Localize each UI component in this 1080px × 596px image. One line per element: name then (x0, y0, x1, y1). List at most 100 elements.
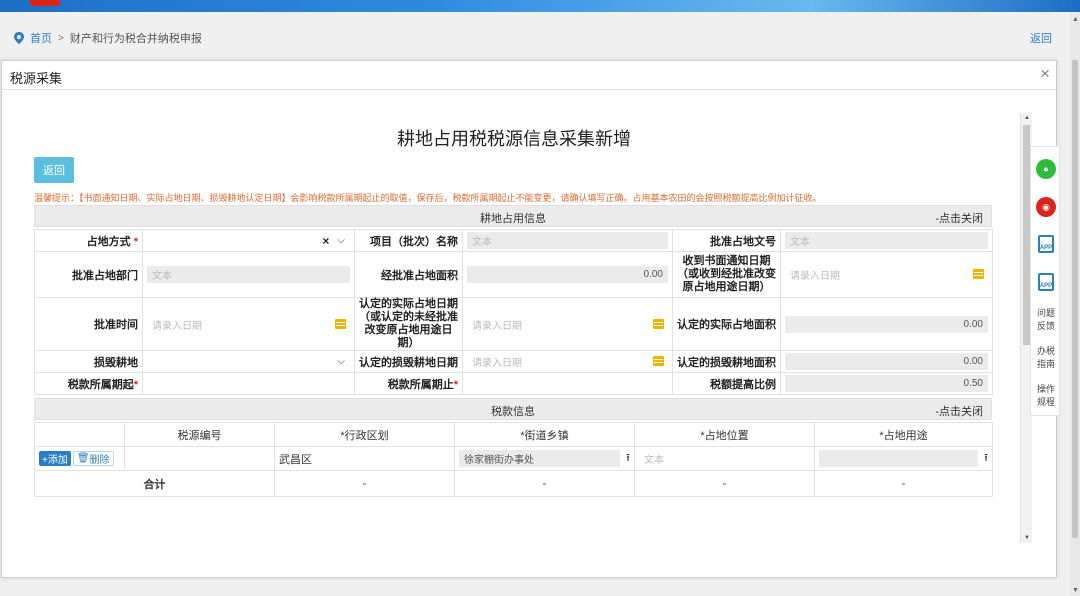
approval-doc-input[interactable]: 文本 (785, 232, 988, 249)
approved-area-input[interactable]: 0.00 (467, 266, 668, 283)
notice-date-placeholder: 请录入日期 (790, 271, 840, 282)
project-name-label: 项目（批次）名称 (354, 229, 463, 252)
calendar-icon[interactable] (653, 318, 664, 329)
tax-source-modal: 税源采集 × ▲ ▼ 耕地占用税税源信息采集新增 返回 温馨提示：【书面通知日期… (1, 60, 1057, 578)
table-header-cell: *占地用途 (814, 422, 993, 447)
occupy-info-table: 占地方式 * × ⌵ 项目（批次）名称 文本 批准占地文号 文本 批准占地部门 … (34, 229, 993, 395)
actual-date-placeholder: 请录入日期 (472, 320, 522, 332)
actual-date-label: 认定的实际占地日期（或认定的未经批准改变原占地用途日期） (354, 297, 463, 351)
notice-date-label: 收到书面通知日期（或收到经批准改变原占地用途日期） (672, 251, 781, 298)
approval-dept-label: 批准占地部门 (34, 251, 143, 298)
period-start-input[interactable] (147, 375, 350, 392)
damaged-date-label: 认定的损毁耕地日期 (354, 350, 463, 373)
breadcrumb-separator: > (58, 32, 64, 44)
weibo-icon[interactable]: ◉ (1036, 197, 1056, 217)
actual-date-input[interactable]: 请录入日期 (467, 316, 668, 333)
project-name-input[interactable]: 文本 (467, 232, 668, 249)
damaged-label: 损毁耕地 (34, 350, 143, 373)
breadcrumb: 首页 > 财产和行为税合并纳税申报 (14, 30, 202, 46)
table-row: 占地方式 * × ⌵ 项目（批次）名称 文本 批准占地文号 文本 (34, 229, 993, 252)
breadcrumb-home-link[interactable]: 首页 (30, 30, 52, 46)
location-cell: 文本 (634, 446, 815, 471)
scroll-up-icon[interactable]: ▲ (1024, 115, 1030, 121)
occupy-section-close-link[interactable]: -点击关闭 (935, 210, 983, 226)
usage-cell: ⭱ (814, 446, 993, 471)
table-header-cell (34, 422, 125, 447)
total-label: 合计 (34, 470, 275, 497)
table-header-cell: 税源编号 (124, 422, 275, 447)
damaged-date-cell: 请录入日期 (462, 350, 673, 373)
side-toolbar: ● ◉ APP APP 问题反馈 办税指南 操作规程 (1030, 146, 1060, 416)
approval-time-label: 批准时间 (34, 297, 143, 351)
occupy-section-title: 耕地占用信息 (480, 213, 546, 225)
notice-date-cell: 请录入日期 (780, 251, 993, 298)
approval-time-input[interactable]: 请录入日期 (147, 316, 350, 333)
notice-date-input[interactable]: 请录入日期 (785, 266, 988, 283)
approval-doc-label: 批准占地文号 (672, 229, 781, 252)
actual-date-cell: 请录入日期 (462, 297, 673, 351)
upload-icon[interactable]: ⭱ (984, 449, 988, 468)
rate-input[interactable]: 0.50 (785, 375, 988, 392)
scroll-up-icon[interactable]: ▲ (1072, 16, 1079, 23)
calendar-icon[interactable] (335, 318, 346, 329)
page-back-link[interactable]: 返回 (1030, 30, 1052, 46)
table-header-cell: *街道乡镇 (454, 422, 635, 447)
actual-area-input[interactable]: 0.00 (785, 315, 988, 333)
logo (30, 0, 60, 6)
approval-doc-cell: 文本 (780, 229, 993, 252)
operation-rules-link[interactable]: 操作规程 (1033, 383, 1059, 409)
page-scroll-thumb[interactable] (1072, 60, 1078, 538)
tax-info-table: 税源编号 *行政区划 *街道乡镇 *占地位置 *占地用途 +添加 🗑 删除 武昌区 … (34, 422, 993, 497)
modal-scroll-thumb[interactable] (1023, 125, 1030, 345)
table-header-cell: *行政区划 (274, 422, 455, 447)
tax-guide-link[interactable]: 办税指南 (1033, 345, 1059, 371)
table-header-cell: *占地位置 (634, 422, 815, 447)
location-input[interactable]: 文本 (639, 450, 810, 467)
app-icon[interactable]: APP (1038, 273, 1054, 291)
add-row-button[interactable]: +添加 (39, 451, 71, 466)
actual-area-cell: 0.00 (780, 297, 993, 351)
calendar-icon[interactable] (973, 269, 984, 279)
table-row: +添加 🗑 删除 武昌区 徐家棚街办事处 ⭱ 文本 ⭱ (34, 446, 993, 471)
chevron-down-icon: ⌵ (337, 356, 345, 367)
project-name-cell: 文本 (462, 229, 673, 252)
upload-icon[interactable]: ⭱ (626, 449, 630, 468)
calendar-icon[interactable] (653, 356, 664, 366)
total-cell: - (274, 470, 455, 497)
back-button[interactable]: 返回 (34, 157, 74, 183)
row-actions-cell: +添加 🗑 删除 (34, 446, 125, 471)
occupy-method-label: 占地方式 * (34, 229, 143, 252)
chevron-down-icon: ⌵ (337, 235, 345, 246)
occupy-method-cell: × ⌵ (142, 229, 355, 252)
period-end-label: 税款所属期止* (354, 372, 463, 395)
damaged-date-input[interactable]: 请录入日期 (467, 353, 668, 370)
occupy-method-select[interactable]: × ⌵ (147, 232, 350, 249)
clear-icon[interactable]: × (322, 234, 329, 248)
scroll-down-icon[interactable]: ▼ (1072, 587, 1079, 594)
damaged-select[interactable]: ⌵ (147, 353, 350, 370)
approval-time-cell: 请录入日期 (142, 297, 355, 351)
feedback-link[interactable]: 问题反馈 (1033, 307, 1059, 333)
scroll-down-icon[interactable]: ▼ (1024, 535, 1030, 541)
usage-input[interactable] (819, 450, 979, 467)
approval-dept-input[interactable]: 文本 (147, 266, 350, 283)
total-cell: - (454, 470, 635, 497)
page-scrollbar[interactable]: ▲ ▼ (1070, 12, 1080, 596)
street-input[interactable]: 徐家棚街办事处 (459, 450, 621, 467)
trash-icon: 🗑 (76, 453, 90, 464)
period-end-input[interactable] (467, 375, 668, 392)
occupy-section-header: 耕地占用信息 -点击关闭 (34, 205, 992, 227)
damaged-area-input[interactable]: 0.00 (785, 353, 988, 370)
location-pin-icon (14, 32, 24, 44)
warning-tip: 温馨提示：【书面通知日期、实际占地日期、损毁耕地认定日期】会影响税款所属期起止的… (34, 193, 822, 203)
damaged-area-cell: 0.00 (780, 350, 993, 373)
close-icon[interactable]: × (1040, 64, 1050, 84)
approved-area-label: 经批准占地面积 (354, 251, 463, 298)
app-icon[interactable]: APP (1038, 235, 1054, 253)
delete-row-button[interactable]: 🗑 删除 (72, 451, 114, 466)
tax-section-close-link[interactable]: -点击关闭 (935, 403, 983, 419)
top-banner (0, 0, 1080, 12)
tax-section-header: 税款信息 -点击关闭 (34, 398, 992, 420)
modal-header: 税源采集 × (2, 61, 1056, 90)
wechat-icon[interactable]: ● (1036, 159, 1056, 179)
